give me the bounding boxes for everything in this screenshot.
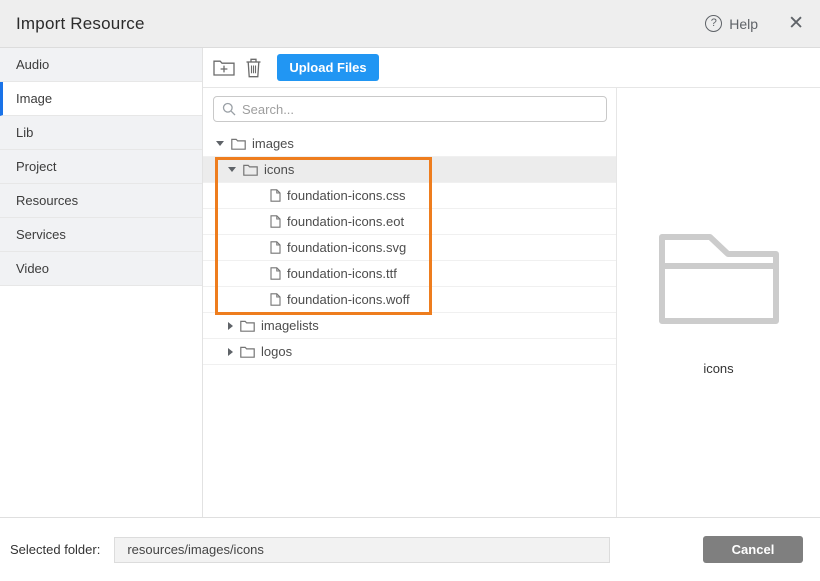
cancel-button[interactable]: Cancel [703,536,803,563]
sidebar-item-services[interactable]: Services [0,218,202,252]
tree-item-label: foundation-icons.eot [287,214,404,229]
tree-item-foundation-icons.woff[interactable]: foundation-icons.woff [203,287,616,313]
import-resource-dialog: Import Resource ? Help ✕ AudioImageLibPr… [0,0,820,581]
new-folder-icon [213,59,235,77]
sidebar-item-lib[interactable]: Lib [0,116,202,150]
dialog-header: Import Resource ? Help ✕ [0,0,820,48]
toolbar: Upload Files [203,48,820,88]
tree-item-label: logos [261,344,292,359]
help-icon: ? [705,15,722,32]
dialog-footer: Selected folder: Cancel [0,517,820,581]
folder-icon [231,138,246,150]
file-icon [270,189,281,202]
search-icon [222,102,236,116]
file-icon [270,241,281,254]
sidebar-item-video[interactable]: Video [0,252,202,286]
caret-down-icon[interactable] [228,167,236,172]
preview-folder-name: icons [703,361,733,376]
tree-item-label: foundation-icons.ttf [287,266,397,281]
tree-item-foundation-icons.eot[interactable]: foundation-icons.eot [203,209,616,235]
tree-item-foundation-icons.ttf[interactable]: foundation-icons.ttf [203,261,616,287]
search-input[interactable] [242,102,606,117]
delete-button[interactable] [245,58,262,78]
header-actions: ? Help ✕ [705,14,804,33]
tree-item-imagelists[interactable]: imagelists [203,313,616,339]
selected-folder-label: Selected folder: [10,542,100,557]
tree-item-label: foundation-icons.css [287,188,406,203]
page-title: Import Resource [16,14,145,34]
sidebar-item-image[interactable]: Image [0,82,202,116]
folder-icon [240,346,255,358]
help-label: Help [729,16,758,32]
tree-item-images[interactable]: images [203,131,616,157]
file-icon [270,215,281,228]
sidebar-item-resources[interactable]: Resources [0,184,202,218]
folder-preview-icon [658,233,780,325]
folder-icon [243,164,258,176]
tree-item-foundation-icons.svg[interactable]: foundation-icons.svg [203,235,616,261]
new-folder-button[interactable] [213,59,235,77]
tree-item-label: foundation-icons.svg [287,240,406,255]
tree-item-label: images [252,136,294,151]
selected-folder-path-input[interactable] [114,537,610,563]
tree-item-label: imagelists [261,318,319,333]
sidebar: AudioImageLibProjectResourcesServicesVid… [0,48,203,517]
upload-files-button[interactable]: Upload Files [277,54,379,81]
caret-right-icon[interactable] [228,348,233,356]
file-icon [270,293,281,306]
file-icon [270,267,281,280]
close-icon[interactable]: ✕ [788,14,804,33]
search-box [213,96,607,122]
caret-right-icon[interactable] [228,322,233,330]
sidebar-item-project[interactable]: Project [0,150,202,184]
content-area: images icons foundation-icons.css foundatio… [203,88,820,517]
file-tree-panel: images icons foundation-icons.css foundatio… [203,88,617,517]
file-tree: images icons foundation-icons.css foundatio… [203,131,616,517]
trash-icon [245,58,262,78]
help-button[interactable]: ? Help [705,15,758,32]
tree-item-logos[interactable]: logos [203,339,616,365]
main-panel: Upload Files images icons foundation-icons… [203,48,820,517]
tree-item-label: icons [264,162,294,177]
tree-item-label: foundation-icons.woff [287,292,410,307]
tree-item-foundation-icons.css[interactable]: foundation-icons.css [203,183,616,209]
caret-down-icon[interactable] [216,141,224,146]
tree-item-icons[interactable]: icons [203,157,616,183]
sidebar-item-audio[interactable]: Audio [0,48,202,82]
preview-panel: icons [617,88,820,517]
dialog-body: AudioImageLibProjectResourcesServicesVid… [0,48,820,517]
folder-icon [240,320,255,332]
